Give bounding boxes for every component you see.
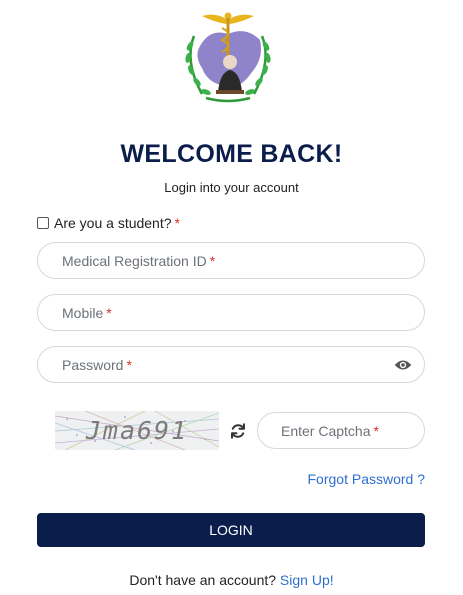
student-checkbox[interactable] [37,217,49,229]
forgot-password-link[interactable]: Forgot Password ? [308,471,426,487]
captcha-image: Jma691 [55,411,219,450]
registration-id-input[interactable]: Medical Registration ID * [37,242,425,279]
student-checkbox-label: Are you a student? [54,215,172,231]
page-title: WELCOME BACK! [120,140,343,168]
login-button[interactable]: LOGIN [37,513,425,547]
student-checkbox-row[interactable]: Are you a student? * [37,214,180,232]
captcha-placeholder: Enter Captcha [281,422,371,439]
password-placeholder: Password [62,356,124,373]
required-mark: * [174,215,180,231]
registration-id-placeholder: Medical Registration ID [62,252,207,269]
signup-row: Don't have an account? Sign Up! [0,572,463,588]
eye-icon[interactable] [394,357,412,373]
no-account-text: Don't have an account? [129,572,277,588]
required-mark: * [209,252,216,269]
mobile-placeholder: Mobile [62,304,104,321]
captcha-input[interactable]: Enter Captcha * [257,412,425,449]
required-mark: * [126,356,132,373]
required-mark: * [373,422,379,439]
page-subtitle: Login into your account [164,180,299,195]
sign-up-link[interactable]: Sign Up! [280,572,334,588]
required-mark: * [106,304,112,321]
refresh-icon[interactable] [229,422,247,440]
captcha-text: Jma691 [85,416,189,445]
logo-emblem-icon [185,12,271,103]
mobile-input[interactable]: Mobile * [37,294,425,331]
login-page: WELCOME BACK! Login into your account Ar… [0,0,463,595]
password-input[interactable]: Password * [37,346,425,383]
